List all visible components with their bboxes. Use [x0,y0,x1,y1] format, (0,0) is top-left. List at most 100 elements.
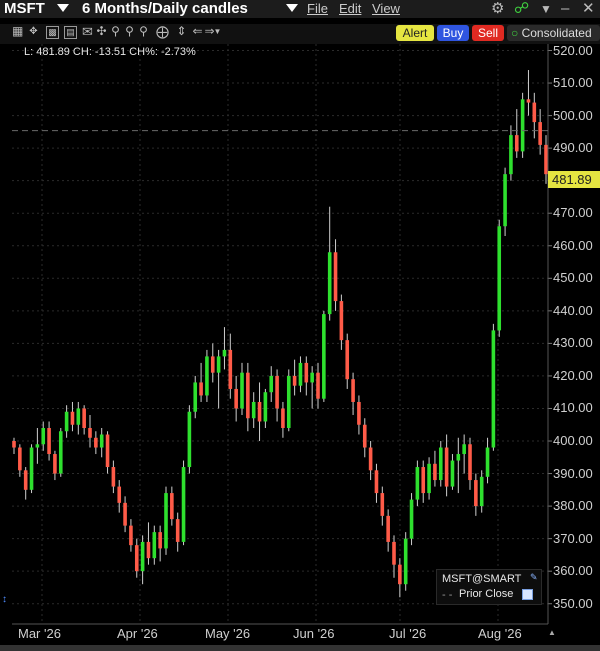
candle-body [18,447,22,471]
candle-body [152,532,157,559]
candle-body [164,493,168,549]
candle-body [129,525,133,546]
candle-body [433,463,437,481]
candle-body [23,470,28,490]
candle-body [286,375,291,428]
candle-body [304,362,309,383]
last-price-label: 481.89 [548,171,600,188]
candle-body [509,135,513,175]
y-tick-label: 390.00 [553,465,593,481]
expand-handle-icon[interactable]: ↕ [2,594,7,605]
candle-body [392,541,396,565]
candle-body [228,349,233,389]
candle-body [514,135,519,152]
x-tick-label: Aug '26 [478,626,522,641]
y-tick-label: 410.00 [553,400,593,416]
candle-body [462,444,466,455]
y-tick-label: 500.00 [553,107,593,123]
candle-body [544,144,548,175]
candle-body [421,467,426,494]
candle-body [485,447,490,477]
legend-prior-close: Prior Close [459,588,514,600]
candle-body [70,411,75,425]
candle-body [474,480,478,507]
y-tick-label: 350.00 [553,595,593,611]
candle-body [146,541,151,559]
candle-body [123,502,127,526]
candle-body [415,467,420,500]
candles [12,70,548,598]
candle-body [111,467,116,487]
x-tick-label: Jun '26 [293,626,335,641]
y-tick-label: 370.00 [553,530,593,546]
candle-body [403,538,408,585]
candle-body [368,447,373,471]
y-tick-label: 420.00 [553,367,593,383]
y-tick-label: 490.00 [553,140,593,156]
candle-body [497,226,502,331]
candle-body [362,424,367,448]
candle-body [41,428,46,445]
candle-body [82,408,86,428]
candle-body [246,372,250,419]
axis-corner-icon[interactable]: ▲ [548,628,556,637]
candle-body [140,541,145,572]
chart-canvas[interactable] [0,0,600,651]
candle-body [99,434,104,448]
candle-body [216,356,221,373]
x-tick-label: Jul '26 [389,626,427,641]
x-tick-label: Apr '26 [117,626,158,641]
candle-body [175,519,180,542]
candle-body [503,174,507,227]
candle-body [357,401,361,425]
candle-body [292,375,297,386]
candle-body [339,301,344,341]
candle-body [199,382,203,396]
candle-body [351,379,355,402]
candle-body [409,499,414,539]
candle-body [76,408,81,425]
candle-body [205,356,209,396]
price-info: L: 481.89 CH: -13.51 CH%: -2.73% [24,46,196,58]
chart-legend[interactable]: MSFT@SMART ✎ - - Prior Close [436,569,542,605]
candle-body [47,428,51,455]
y-tick-label: 470.00 [553,205,593,221]
candle-body [333,252,338,302]
candle-body [105,434,110,468]
candle-body [520,99,525,152]
candle-body [263,392,268,422]
candle-body [94,437,98,448]
candle-body [181,467,186,542]
candle-body [158,532,162,549]
candle-body [532,102,537,123]
candle-body [134,545,139,572]
y-tick-label: 430.00 [553,335,593,351]
candle-body [310,372,314,383]
candle-body [12,441,16,448]
candle-body [53,454,57,474]
candle-body [468,444,472,481]
candle-body [374,470,379,494]
candle-body [380,493,385,516]
candle-body [427,463,431,494]
candle-body [275,375,279,409]
candle-body [491,330,496,448]
candle-body [316,372,320,399]
candle-body [327,252,332,315]
y-tick-label: 520.00 [553,42,593,58]
candle-body [170,493,174,520]
prior-close-dash-icon: - - [442,589,453,601]
candle-body [526,99,531,103]
candle-body [240,372,244,409]
x-tick-label: Mar '26 [18,626,61,641]
candle-body [398,564,402,585]
candle-body [345,340,350,380]
candle-body [234,388,238,409]
candle-body [117,486,122,503]
legend-edit-icon[interactable]: ✎ [530,572,538,583]
candle-body [29,447,34,490]
legend-title: MSFT@SMART [442,573,522,585]
prior-close-checkbox[interactable] [522,589,533,600]
candle-body [281,408,285,428]
y-tick-label: 460.00 [553,237,593,253]
